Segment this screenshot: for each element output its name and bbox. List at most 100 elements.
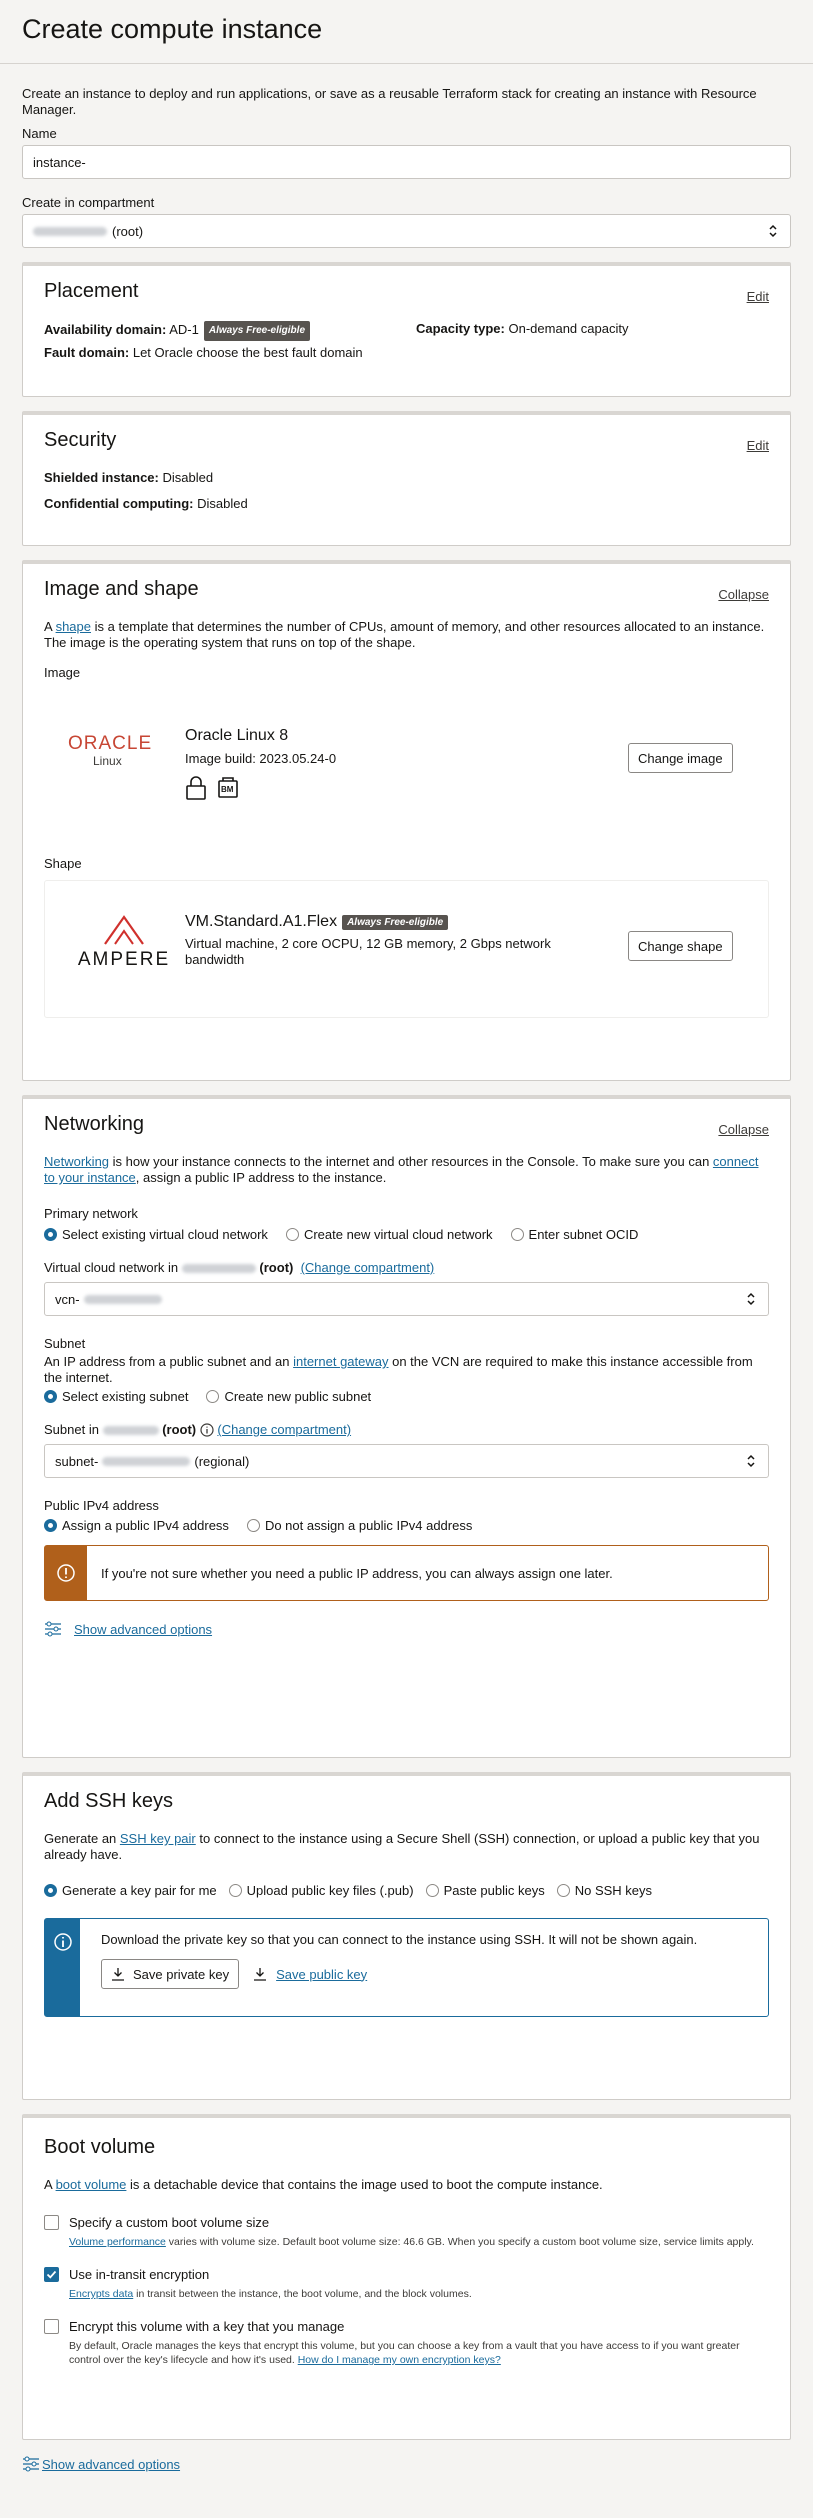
capacity-label: Capacity type: (416, 321, 505, 336)
security-panel: Security Edit Shielded instance: Disable… (22, 411, 791, 546)
radio-paste-key[interactable]: Paste public keys (425, 1883, 545, 1898)
download-icon (254, 1968, 267, 1981)
compartment-label: Create in compartment (22, 195, 155, 210)
placement-edit-link[interactable]: Edit (747, 289, 769, 304)
ssh-keys-panel: Add SSH keys Generate an SSH key pair to… (22, 1772, 791, 2100)
chevron-up-down-icon (769, 224, 777, 238)
shape-name: VM.Standard.A1.Flex (185, 913, 338, 930)
lock-icon (186, 775, 206, 800)
ssh-info-body: Download the private key so that you can… (80, 1919, 697, 2016)
transit-encryption-label: Use in-transit encryption (69, 2267, 210, 2282)
manage-key-label: Encrypt this volume with a key that you … (69, 2319, 345, 2334)
radio-subnet-ocid[interactable]: Enter subnet OCID (510, 1227, 638, 1242)
save-public-key-button[interactable]: Save public key (253, 1967, 367, 1982)
oracle-linux-logo: ORACLE Linux (68, 733, 153, 768)
shape-description: Virtual machine, 2 core OCPU, 12 GB memo… (185, 936, 551, 967)
image-name: Oracle Linux 8 (185, 727, 289, 744)
ssh-title: Add SSH keys (44, 1790, 173, 1812)
ampere-logo-mark (104, 915, 144, 945)
ipv4-radio-group: Assign a public IPv4 address Do not assi… (44, 1518, 769, 1533)
intro-text: Create an instance to deploy and run app… (22, 86, 757, 117)
change-shape-button[interactable]: Change shape (628, 931, 733, 961)
image-shape-collapse-link[interactable]: Collapse (718, 587, 769, 602)
fd-value: Let Oracle choose the best fault domain (132, 345, 363, 360)
subnet-change-compartment-link[interactable]: (Change compartment) (217, 1422, 351, 1438)
name-input[interactable]: instance- (22, 145, 791, 179)
image-shape-panel: Image and shape Collapse A shape is a te… (22, 560, 791, 1081)
subnet-select[interactable]: subnet- (regional) (44, 1444, 769, 1478)
manage-key-checkbox[interactable] (44, 2319, 59, 2334)
manage-key-checkbox-row[interactable]: Encrypt this volume with a key that you … (44, 2319, 769, 2334)
security-edit-link[interactable]: Edit (747, 438, 769, 453)
name-label: Name (22, 126, 57, 141)
shape-link[interactable]: shape (56, 619, 91, 634)
ssh-key-pair-link[interactable]: SSH key pair (120, 1831, 196, 1846)
chevron-up-down-icon (747, 1454, 755, 1468)
radio-no-ipv4[interactable]: Do not assign a public IPv4 address (246, 1518, 472, 1533)
transit-encryption-checkbox[interactable] (44, 2267, 59, 2282)
shape-free-badge: Always Free-eligible (342, 915, 449, 930)
networking-collapse-link[interactable]: Collapse (718, 1122, 769, 1137)
image-shape-description: A shape is a template that determines th… (44, 619, 765, 650)
networking-link[interactable]: Networking (44, 1154, 109, 1169)
boot-volume-panel: Boot volume A boot volume is a detachabl… (22, 2114, 791, 2440)
custom-size-checkbox-row[interactable]: Specify a custom boot volume size (44, 2215, 769, 2230)
radio-existing-subnet[interactable]: Select existing subnet (44, 1389, 188, 1404)
ssh-info-text: Download the private key so that you can… (101, 1932, 698, 1947)
ssh-radio-group: Generate a key pair for me Upload public… (44, 1883, 769, 1898)
compartment-select[interactable]: (root) (22, 214, 791, 248)
page-header: Create compute instance (0, 0, 813, 64)
warning-text: If you're not sure whether you need a pu… (101, 1565, 613, 1581)
networking-show-advanced-link[interactable]: Show advanced options (74, 1622, 212, 1637)
security-title: Security (44, 429, 117, 451)
bottom-show-advanced-link[interactable]: Show advanced options (42, 2457, 180, 2472)
radio-generate-key[interactable]: Generate a key pair for me (44, 1883, 217, 1898)
image-label: Image (44, 665, 81, 680)
redacted-text (83, 1294, 162, 1304)
subnet-description: An IP address from a public subnet and a… (44, 1354, 753, 1385)
capacity-value: On-demand capacity (508, 321, 629, 336)
radio-upload-key[interactable]: Upload public key files (.pub) (228, 1883, 414, 1898)
shape-label: Shape (44, 856, 82, 871)
volume-performance-link[interactable]: Volume performance (69, 2236, 166, 2248)
networking-advanced-options[interactable]: Show advanced options (44, 1621, 769, 1637)
change-image-button[interactable]: Change image (628, 743, 733, 773)
info-icon[interactable] (200, 1423, 214, 1437)
subnet-radio-group: Select existing subnet Create new public… (44, 1389, 769, 1404)
form-content: Create an instance to deploy and run app… (0, 64, 813, 2472)
radio-new-subnet[interactable]: Create new public subnet (206, 1389, 371, 1404)
boot-volume-link[interactable]: boot volume (56, 2177, 127, 2192)
shielded-value: Disabled (162, 470, 214, 485)
radio-new-vcn[interactable]: Create new virtual cloud network (285, 1227, 493, 1242)
encrypts-data-link[interactable]: Encrypts data (69, 2288, 133, 2300)
manage-keys-link[interactable]: How do I manage my own encryption keys? (298, 2354, 501, 2366)
internet-gateway-link[interactable]: internet gateway (293, 1354, 388, 1369)
chevron-up-down-icon (747, 1292, 755, 1306)
transit-encryption-checkbox-row[interactable]: Use in-transit encryption (44, 2267, 769, 2282)
ipv4-label: Public IPv4 address (44, 1498, 159, 1513)
page-title: Create compute instance (22, 14, 323, 44)
ssh-info-message: Download the private key so that you can… (44, 1918, 769, 2017)
shape-card: AMPERE VM.Standard.A1.Flex Always Free-el… (44, 880, 769, 1018)
fd-label: Fault domain: (44, 345, 130, 360)
vcn-select[interactable]: vcn- (44, 1282, 769, 1316)
image-card: ORACLE Linux Oracle Linux 8 Image build:… (44, 693, 769, 819)
placement-title: Placement (44, 280, 139, 302)
boot-description: A boot volume is a detachable device tha… (44, 2177, 603, 2192)
ad-label: Availability domain: (44, 322, 167, 337)
boot-title: Boot volume (44, 2136, 156, 2158)
networking-description: Networking is how your instance connects… (44, 1154, 759, 1185)
custom-size-help: Volume performance varies with volume si… (69, 2236, 754, 2248)
info-icon (45, 1919, 80, 2016)
radio-no-ssh-keys[interactable]: No SSH keys (556, 1883, 652, 1898)
bottom-advanced-options[interactable]: Show advanced options (22, 2456, 791, 2472)
transit-encryption-help: Encrypts data in transit between the ins… (69, 2288, 472, 2300)
redacted-text (102, 1456, 191, 1466)
radio-assign-ipv4[interactable]: Assign a public IPv4 address (44, 1518, 229, 1533)
custom-size-checkbox[interactable] (44, 2215, 59, 2230)
save-private-key-button[interactable]: Save private key (101, 1959, 240, 1989)
subnet-in-label: Subnet in (root) (Change compartment) (44, 1422, 352, 1438)
radio-existing-vcn[interactable]: Select existing virtual cloud network (44, 1227, 268, 1242)
vcn-change-compartment-link[interactable]: (Change compartment) (301, 1260, 435, 1275)
bare-metal-icon: BM (217, 774, 239, 801)
